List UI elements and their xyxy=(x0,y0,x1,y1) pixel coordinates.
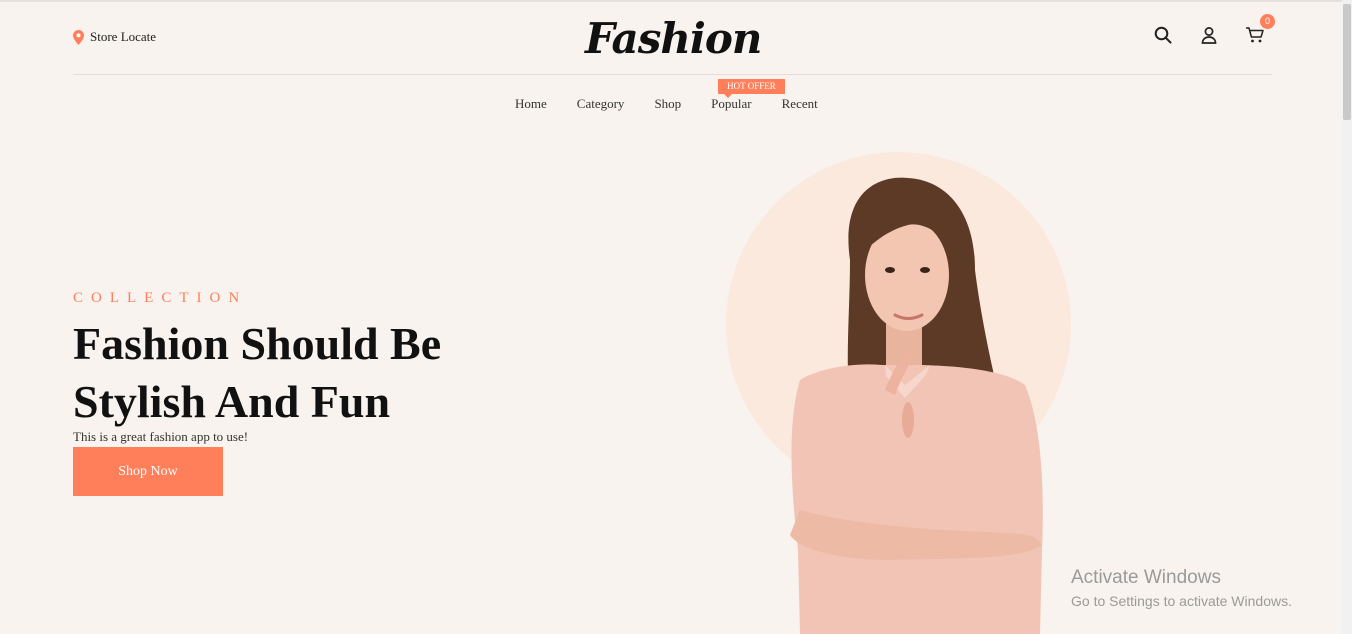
nav-item-recent[interactable]: Recent xyxy=(782,96,818,112)
nav-item-popular[interactable]: HOT OFFER Popular xyxy=(711,79,785,112)
shop-now-button[interactable]: Shop Now xyxy=(73,447,223,496)
top-divider xyxy=(0,0,1352,2)
user-icon xyxy=(1201,27,1217,44)
nav-item-popular-label: Popular xyxy=(711,96,752,111)
hero-headline-line1: Fashion Should Be xyxy=(73,318,442,369)
hot-offer-badge: HOT OFFER xyxy=(718,79,785,98)
nav-item-shop[interactable]: Shop xyxy=(654,96,681,112)
store-locate-label: Store Locate xyxy=(90,29,157,44)
cart-count-badge: 0 xyxy=(1260,14,1275,29)
page-scrollbar[interactable] xyxy=(1342,0,1352,634)
activate-windows-watermark: Activate Windows Go to Settings to activ… xyxy=(1071,566,1292,612)
cart-icon xyxy=(1246,27,1264,43)
main-nav: Home Category Shop HOT OFFER Popular Rec… xyxy=(515,79,818,112)
scrollbar-thumb[interactable] xyxy=(1343,4,1351,120)
watermark-subtitle: Go to Settings to activate Windows. xyxy=(1071,593,1292,609)
hero-model-image xyxy=(790,177,1043,634)
hero-section: COLLECTION Fashion Should Be Stylish And… xyxy=(73,290,593,496)
nav-item-home[interactable]: Home xyxy=(515,96,547,112)
store-locate-link[interactable]: Store Locate xyxy=(73,29,156,45)
map-pin-icon xyxy=(73,29,84,45)
watermark-title: Activate Windows xyxy=(1071,567,1221,588)
hero-headline-line2: Stylish And Fun xyxy=(73,376,391,427)
hero-eyebrow: COLLECTION xyxy=(73,290,248,306)
nav-item-category[interactable]: Category xyxy=(577,96,625,112)
search-icon xyxy=(1154,26,1172,44)
brand-logo[interactable]: Fashion xyxy=(585,14,762,64)
header-actions: 0 xyxy=(1152,14,1275,46)
page: Store Locate Fashion 0 Home Category Sho… xyxy=(0,0,1352,634)
hero-headline: Fashion Should Be Stylish And Fun xyxy=(73,315,593,431)
cart-button[interactable]: 0 xyxy=(1244,14,1275,46)
search-button[interactable] xyxy=(1152,24,1174,46)
account-button[interactable] xyxy=(1198,24,1220,46)
hero-tagline: This is a great fashion app to use! xyxy=(73,429,249,444)
site-header: Store Locate Fashion 0 xyxy=(73,14,1275,75)
